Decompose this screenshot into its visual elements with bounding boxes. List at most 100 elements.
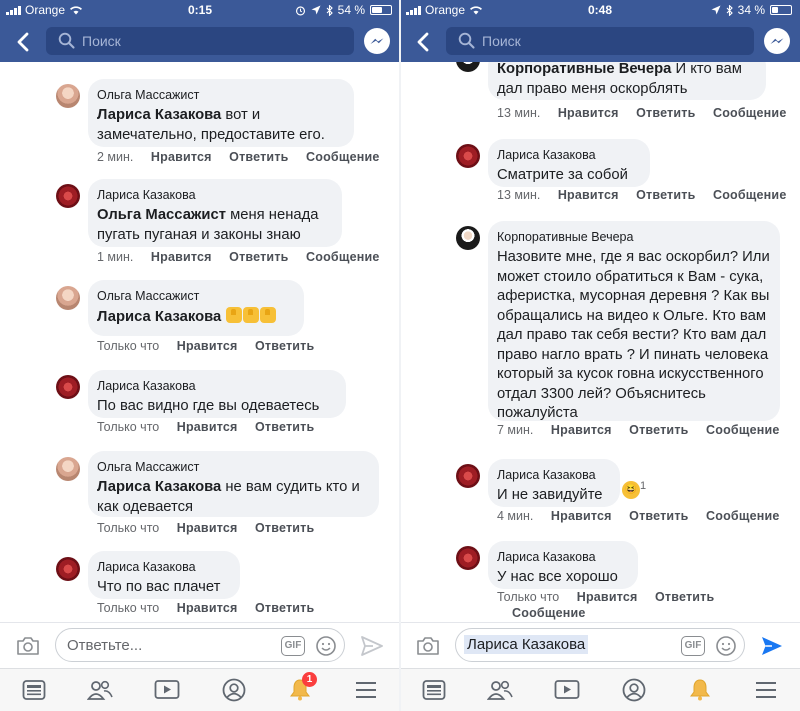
like-button[interactable]: Нравится: [558, 188, 619, 202]
like-button[interactable]: Нравится: [577, 590, 638, 604]
search-input[interactable]: [82, 27, 342, 55]
avatar[interactable]: [56, 84, 80, 108]
like-button[interactable]: Нравится: [177, 521, 238, 535]
comment-author[interactable]: Лариса Казакова: [97, 559, 230, 575]
avatar[interactable]: [456, 62, 480, 72]
reply-button[interactable]: Ответить: [636, 106, 695, 120]
messenger-button[interactable]: [764, 28, 790, 54]
search-input[interactable]: [482, 27, 742, 55]
message-button[interactable]: Сообщение: [706, 423, 780, 437]
tab-menu[interactable]: [352, 677, 380, 703]
comment-author[interactable]: Лариса Казакова: [97, 187, 332, 203]
comment-author[interactable]: Корпоративные Вечера: [497, 229, 772, 245]
avatar[interactable]: [56, 557, 80, 581]
reply-button[interactable]: Ответить: [255, 339, 314, 353]
like-button[interactable]: Нравится: [558, 106, 619, 120]
tab-notifications[interactable]: 1: [286, 672, 317, 703]
tab-friends[interactable]: [86, 677, 114, 703]
tab-watch[interactable]: [153, 677, 181, 703]
comment-author[interactable]: Ольга Массажист: [97, 87, 344, 103]
like-button[interactable]: Нравится: [177, 420, 238, 434]
comment-author[interactable]: Лариса Казакова: [97, 378, 336, 394]
location-icon: [311, 5, 321, 15]
send-button[interactable]: [760, 635, 784, 662]
comment-input[interactable]: Ответьте... GIF: [55, 628, 345, 662]
reply-button[interactable]: Ответить: [255, 521, 314, 535]
reply-button[interactable]: Ответить: [229, 250, 288, 264]
like-button[interactable]: Нравится: [177, 601, 238, 615]
right-screenshot: Orange 0:48 34 % Поиск Корпоративные Веч…: [400, 0, 800, 711]
avatar[interactable]: [456, 546, 480, 570]
comment-author[interactable]: Ольга Массажист: [97, 459, 369, 475]
mention-link[interactable]: Ольга Массажист: [97, 207, 226, 223]
avatar[interactable]: [456, 464, 480, 488]
reply-bar: Лариса Казакова GIF: [400, 622, 800, 668]
emoji-button[interactable]: [315, 635, 337, 662]
like-button[interactable]: Нравится: [151, 250, 212, 264]
comment-author[interactable]: Ольга Массажист: [97, 288, 294, 304]
camera-button[interactable]: [416, 636, 440, 661]
reply-button[interactable]: Ответить: [655, 590, 714, 604]
tab-watch[interactable]: [553, 677, 581, 703]
reply-button[interactable]: Ответить: [629, 423, 688, 437]
comment-time: 13 мин.: [497, 188, 541, 202]
tab-friends[interactable]: [486, 677, 514, 703]
comment-author[interactable]: Лариса Казакова: [497, 549, 628, 565]
avatar[interactable]: [56, 184, 80, 208]
message-button[interactable]: Сообщение: [713, 106, 787, 120]
avatar[interactable]: [56, 286, 80, 310]
message-button[interactable]: Сообщение: [706, 509, 780, 523]
comment-time: Только что: [97, 601, 160, 615]
avatar[interactable]: [56, 457, 80, 481]
emoji-button[interactable]: [715, 635, 737, 662]
reply-button[interactable]: Ответить: [636, 188, 695, 202]
message-button[interactable]: Сообщение: [713, 188, 787, 202]
send-button[interactable]: [360, 635, 384, 662]
reply-button[interactable]: Ответить: [629, 509, 688, 523]
reply-button[interactable]: Ответить: [255, 420, 314, 434]
search-bar[interactable]: [46, 27, 354, 55]
avatar[interactable]: [456, 226, 480, 250]
reaction-summary[interactable]: 😆 1: [616, 476, 646, 499]
avatar[interactable]: [56, 375, 80, 399]
comment-input[interactable]: Лариса Казакова GIF: [455, 628, 745, 662]
like-button[interactable]: Нравится: [177, 339, 238, 353]
like-button[interactable]: Нравится: [551, 509, 612, 523]
tab-profile[interactable]: [620, 677, 648, 703]
tab-news-feed[interactable]: [20, 677, 48, 703]
tab-notifications[interactable]: [686, 677, 714, 703]
reply-button[interactable]: Ответить: [229, 150, 288, 164]
message-button[interactable]: Сообщение: [306, 150, 380, 164]
messenger-button[interactable]: [364, 28, 390, 54]
comment-author[interactable]: Лариса Казакова: [497, 467, 610, 483]
mention-link[interactable]: Лариса Казакова: [97, 479, 221, 495]
alarm-icon: [295, 5, 305, 15]
comment-bubble: Ольга Массажист Лариса Казакова вот и за…: [88, 79, 354, 147]
back-button[interactable]: [12, 29, 36, 55]
reply-button[interactable]: Ответить: [255, 601, 314, 615]
tab-menu[interactable]: [752, 677, 780, 703]
mention-link[interactable]: Лариса Казакова: [97, 107, 221, 123]
search-icon: [58, 32, 75, 49]
search-bar[interactable]: [446, 27, 754, 55]
comment-actions: 13 мин. Нравится Ответить Сообщение: [497, 188, 800, 202]
camera-button[interactable]: [16, 636, 40, 661]
comment-time: Только что: [497, 590, 560, 604]
mention-link[interactable]: Лариса Казакова: [97, 309, 221, 325]
tab-news-feed[interactable]: [420, 677, 448, 703]
mention-chip[interactable]: Лариса Казакова: [464, 635, 589, 654]
comment-text: Что по вас плачет: [97, 579, 221, 595]
mention-link[interactable]: Корпоративные Вечера: [497, 62, 671, 77]
tab-profile[interactable]: [220, 677, 248, 703]
like-button[interactable]: Нравится: [551, 423, 612, 437]
gif-button[interactable]: GIF: [681, 636, 705, 656]
like-button[interactable]: Нравится: [151, 150, 212, 164]
hamburger-icon: [756, 682, 776, 698]
comment-author[interactable]: Лариса Казакова: [497, 147, 640, 163]
message-button[interactable]: Сообщение: [512, 606, 586, 620]
avatar[interactable]: [456, 144, 480, 168]
thumbs-up-icon: [243, 307, 260, 323]
message-button[interactable]: Сообщение: [306, 250, 380, 264]
back-button[interactable]: [412, 29, 436, 55]
gif-button[interactable]: GIF: [281, 636, 305, 656]
